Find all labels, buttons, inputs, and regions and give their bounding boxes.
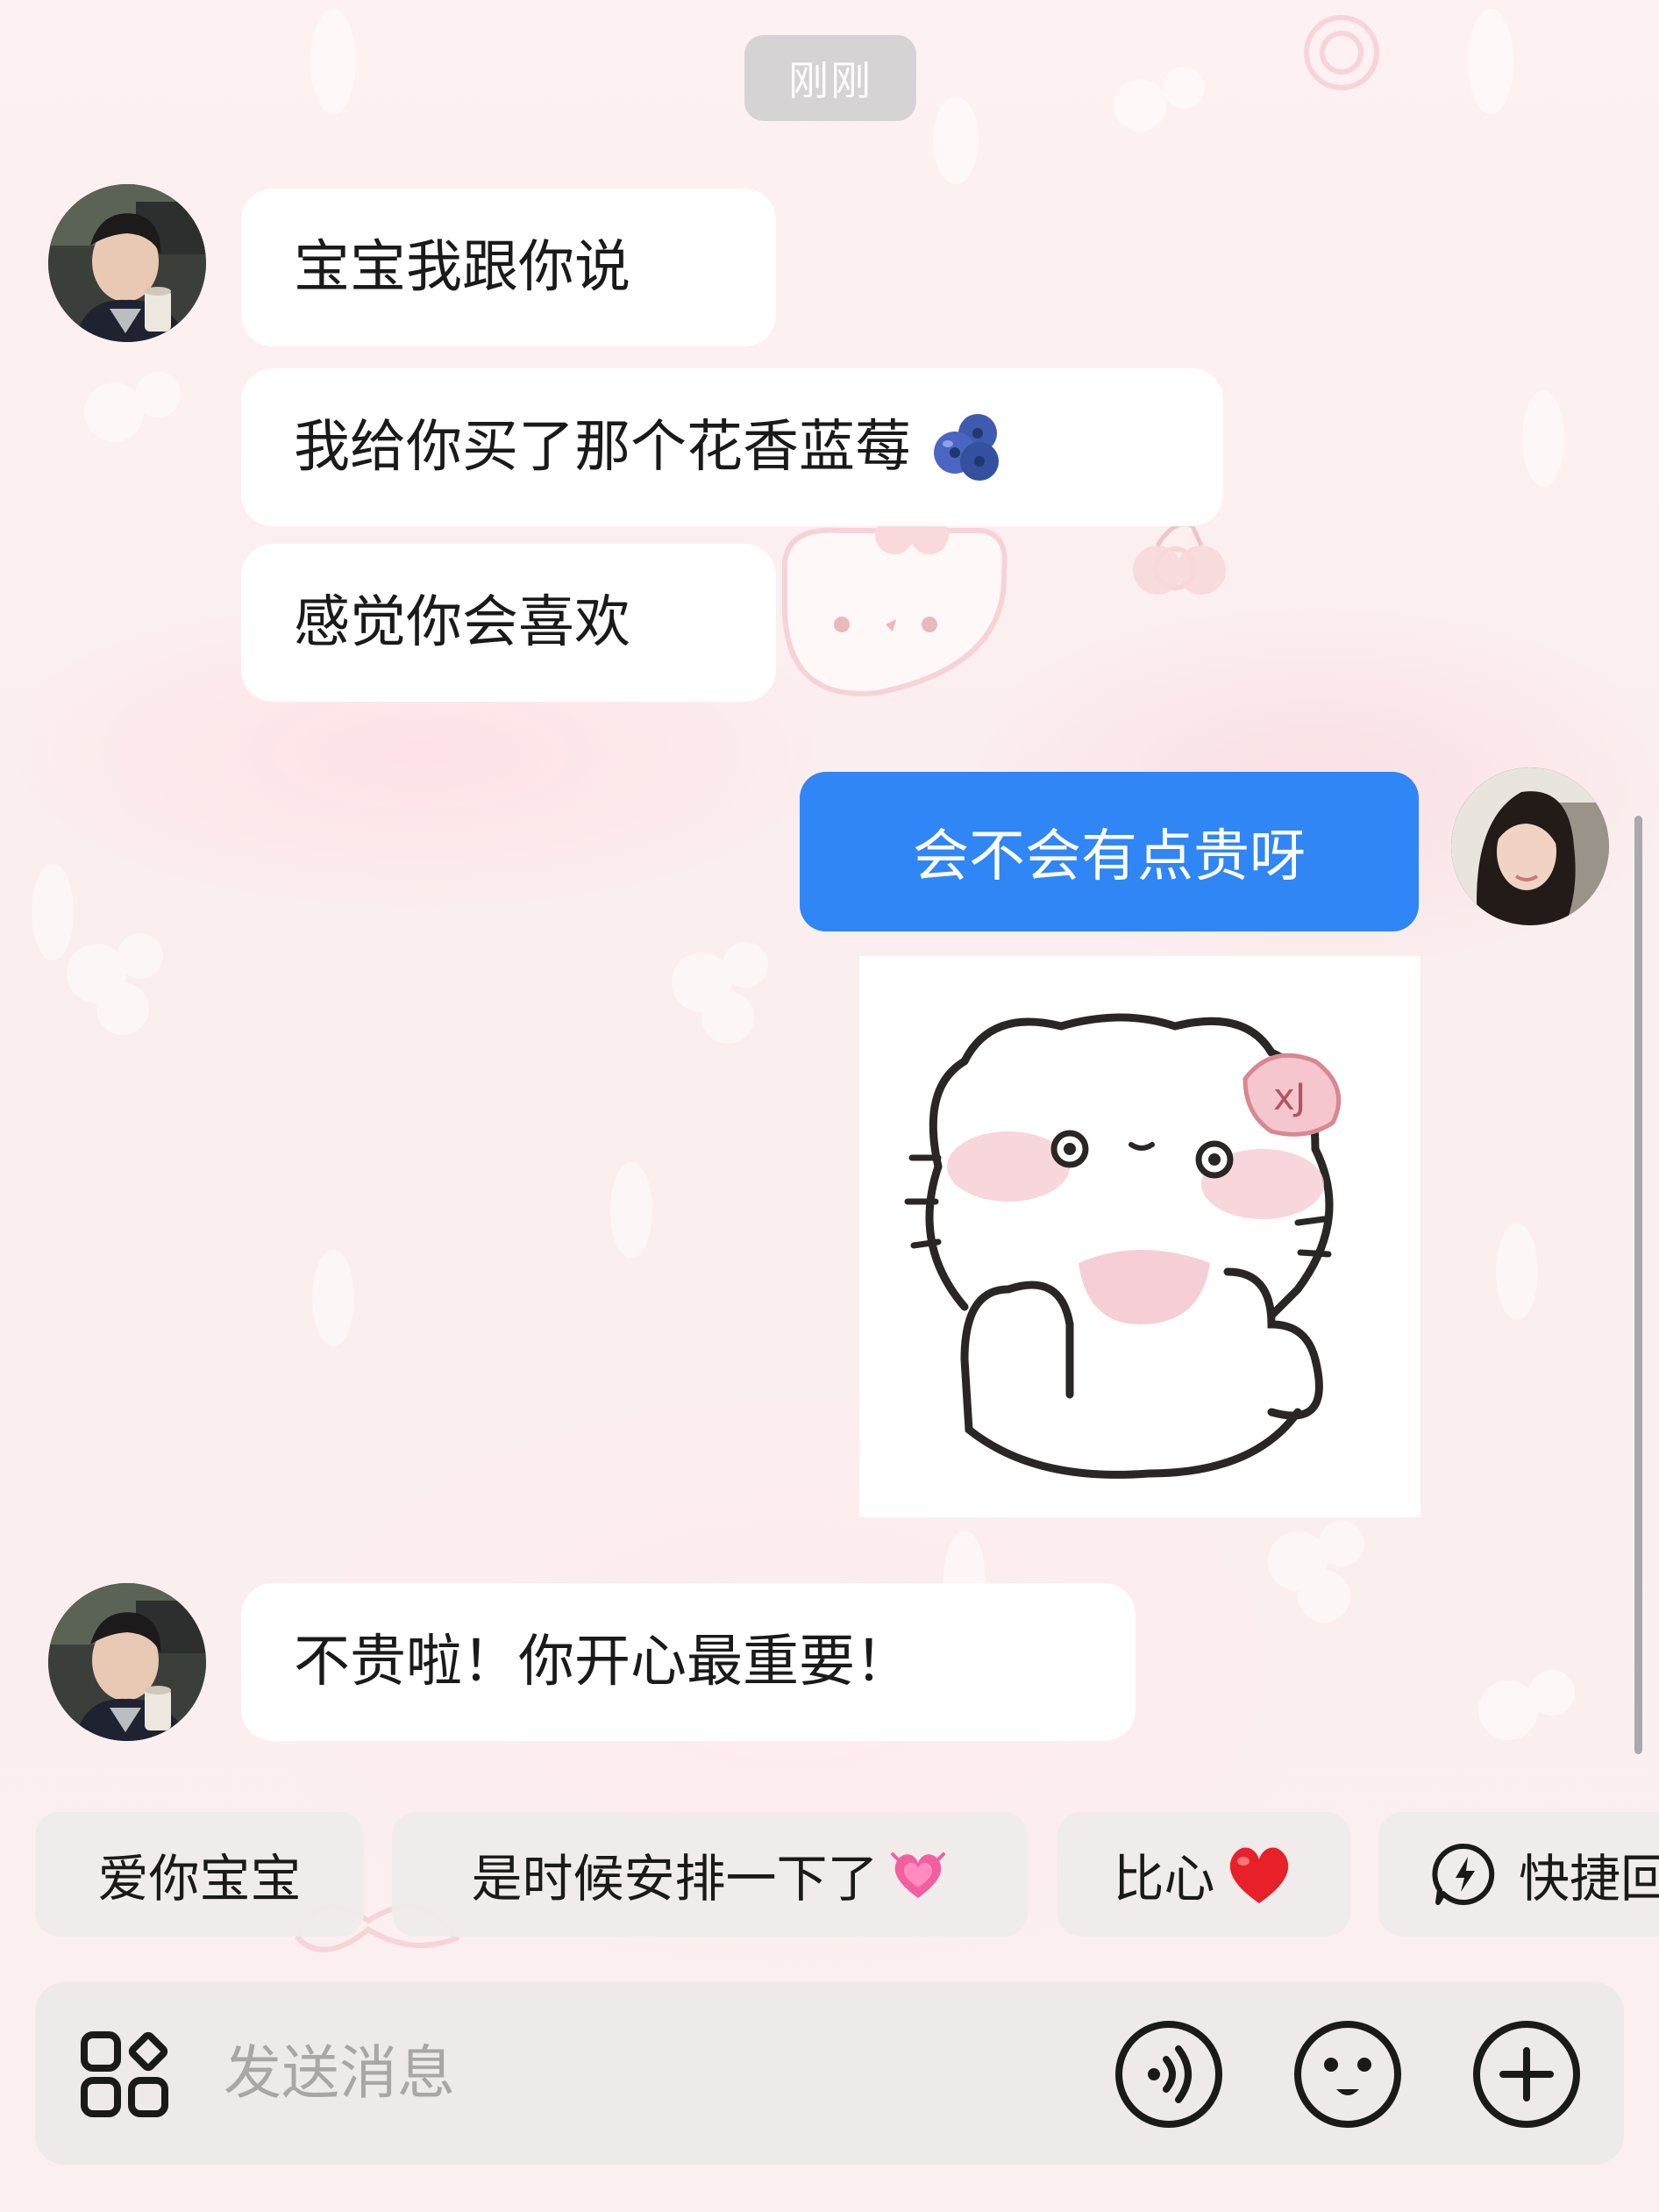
svg-text:xJ: xJ: [1273, 1075, 1306, 1118]
apps-icon[interactable]: [70, 2017, 184, 2131]
boy-avatar-icon: [48, 184, 206, 342]
plus-icon[interactable]: [1470, 2017, 1584, 2131]
red-heart-emoji: [1229, 1847, 1288, 1903]
incoming-message-bubble: 宝宝我跟你说: [241, 189, 776, 346]
girl-avatar-icon: [1451, 767, 1609, 925]
blueberry-emoji: [934, 414, 999, 481]
contact-avatar[interactable]: [48, 1583, 206, 1741]
voice-icon[interactable]: [1112, 2017, 1226, 2131]
boy-avatar-icon: [48, 1583, 206, 1741]
contact-avatar[interactable]: [48, 184, 206, 342]
chip-label: 比心: [1113, 1849, 1215, 1909]
chip-label: 爱你宝宝: [97, 1849, 302, 1909]
chat-scrollbar[interactable]: [1634, 816, 1642, 1754]
message-text: 宝宝我跟你说: [294, 235, 630, 300]
quick-reply-chip[interactable]: 爱你宝宝: [35, 1812, 364, 1937]
incoming-message-bubble: 感觉你会喜欢: [241, 544, 776, 702]
quick-reply-chip[interactable]: 是时候安排一下了: [392, 1812, 1028, 1937]
lightning-bubble-icon: [1432, 1843, 1495, 1905]
quick-reply-chip[interactable]: 比心: [1057, 1812, 1350, 1937]
timestamp-badge: 刚刚: [744, 35, 916, 121]
message-input[interactable]: 发送消息: [224, 2026, 455, 2110]
chip-label: 是时候安排一下了: [471, 1849, 879, 1909]
incoming-message-bubble: 我给你买了那个花香蓝莓: [241, 368, 1223, 526]
cat-sticker-icon: xJ: [859, 956, 1420, 1517]
message-text: 不贵啦！你开心最重要！: [294, 1630, 911, 1695]
message-text: 我给你买了那个花香蓝莓: [294, 415, 911, 480]
self-avatar[interactable]: [1451, 767, 1609, 925]
outgoing-message-bubble: 会不会有点贵呀: [800, 772, 1419, 931]
growing-heart-emoji: [890, 1852, 945, 1898]
chip-label: 快捷回: [1519, 1849, 1659, 1909]
incoming-message-bubble: 不贵啦！你开心最重要！: [241, 1583, 1136, 1741]
emoji-icon[interactable]: [1291, 2017, 1405, 2131]
quick-reply-chip[interactable]: 快捷回: [1378, 1812, 1659, 1937]
message-text: 会不会有点贵呀: [913, 824, 1306, 889]
message-text: 感觉你会喜欢: [294, 590, 630, 655]
cat-sticker[interactable]: xJ: [859, 956, 1420, 1517]
